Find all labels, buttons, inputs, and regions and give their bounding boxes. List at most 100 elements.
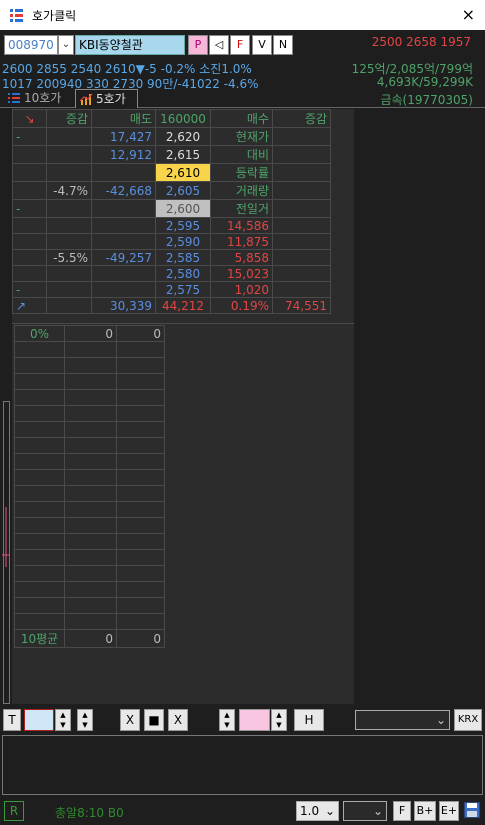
option-select[interactable]: ⌄ — [343, 801, 387, 821]
stats-empty-cell — [64, 501, 117, 518]
orderbook-row[interactable]: 2,590 11,875 — [12, 233, 331, 250]
orderbook-row[interactable]: -5.5% -49,257 2,585 5,858 — [12, 249, 331, 266]
chevron-down-icon: ⌄ — [372, 804, 383, 818]
up-arrow-icon: ↗ — [12, 297, 47, 314]
stats-empty-cell — [14, 581, 65, 598]
stats-top-c: 0 — [116, 325, 165, 342]
stats-empty-row — [14, 581, 165, 598]
stats-empty-cell — [116, 485, 165, 502]
orderbook-row[interactable]: -4.7% -42,668 2,605 거래량 — [12, 181, 331, 200]
x-button-2[interactable]: X — [168, 709, 188, 731]
stats-empty-cell — [116, 405, 165, 422]
stock-code-input[interactable]: 008970 — [4, 35, 58, 55]
tab-5-quote[interactable]: 5호가 — [75, 89, 138, 108]
stock-name-field[interactable]: KBI동양철관 — [75, 35, 185, 55]
v-button[interactable]: V — [252, 35, 272, 55]
stats-empty-cell — [14, 597, 65, 614]
n-button[interactable]: N — [273, 35, 293, 55]
stock-selector-row: 008970 ⌄ KBI동양철관 P ◁ F V N 2500 2658 195… — [2, 33, 483, 57]
row-price[interactable]: 2,600 — [155, 199, 211, 218]
stop-button[interactable]: ■ — [144, 709, 164, 731]
stats-empty-cell — [14, 405, 65, 422]
row-marker: - — [12, 199, 47, 218]
stats-empty-row — [14, 405, 165, 422]
orderbook-table: ↘ 증감 매도 160000 매수 증감 -17,427 2,620 현재가 12,9… — [12, 109, 331, 314]
t-spinner[interactable]: ▲ ▼ — [55, 709, 71, 731]
total-bid-ratio: 0.19% — [210, 297, 273, 314]
t-spinner-2[interactable]: ▲ ▼ — [77, 709, 93, 731]
row-price[interactable]: 2,615 — [155, 145, 211, 164]
zoom-value: 1.0 — [300, 804, 320, 818]
row-change-right — [272, 281, 331, 298]
stats-empty-cell — [64, 437, 117, 454]
h-spinner-right[interactable]: ▲ ▼ — [271, 709, 287, 731]
row-price[interactable]: 2,620 — [155, 127, 211, 146]
b-plus-button[interactable]: B+ — [414, 801, 436, 821]
row-bid-label: 등락률 — [210, 163, 273, 182]
stats-empty-cell — [14, 485, 65, 502]
row-price[interactable]: 2,595 — [155, 217, 211, 234]
orderbook-row[interactable]: 2,610 등락률 — [12, 163, 331, 182]
e-plus-button[interactable]: E+ — [439, 801, 459, 821]
row-ask-volume — [91, 199, 156, 218]
row-change-right — [272, 233, 331, 250]
orderbook-row[interactable]: 2,595 14,586 — [12, 217, 331, 234]
row-ask-volume — [91, 265, 156, 282]
krx-button[interactable]: KRX — [454, 709, 482, 731]
row-ask-volume: -49,257 — [91, 249, 156, 266]
row-price[interactable]: 2,575 — [155, 281, 211, 298]
stats-empty-cell — [64, 469, 117, 486]
memo-area[interactable] — [2, 735, 483, 795]
zoom-select[interactable]: 1.0 ⌄ — [296, 801, 339, 821]
f-button[interactable]: F — [230, 35, 250, 55]
tab-5-quote-label: 5호가 — [96, 92, 126, 106]
row-change-left — [46, 233, 92, 250]
orderbook-row[interactable]: - 2,600 전일거 — [12, 199, 331, 218]
row-price[interactable]: 2,610 — [155, 163, 211, 182]
orderbook-row[interactable]: - 2,575 1,020 — [12, 281, 331, 298]
p-button[interactable]: P — [188, 35, 208, 55]
row-price[interactable]: 2,605 — [155, 181, 211, 200]
header-bid: 매수 — [210, 109, 273, 128]
row-bid-label: 11,875 — [210, 233, 273, 250]
header-ask: 매도 — [91, 109, 156, 128]
stats-bottom-c: 0 — [116, 629, 165, 648]
r-button[interactable]: R — [4, 801, 24, 821]
orderbook-row[interactable]: - 17,427 2,620 현재가 — [12, 127, 331, 146]
row-ask-volume — [91, 217, 156, 234]
stats-empty-cell — [64, 357, 117, 374]
orderbook-row[interactable]: 2,580 15,023 — [12, 265, 331, 282]
stats-empty-cell — [64, 549, 117, 566]
f-bottom-button[interactable]: F — [393, 801, 411, 821]
stats-empty-row — [14, 565, 165, 582]
close-icon[interactable]: × — [462, 5, 475, 24]
market-select[interactable]: ⌄ — [355, 710, 450, 730]
t-button[interactable]: T — [3, 709, 21, 731]
h-spinner-left[interactable]: ▲ ▼ — [219, 709, 235, 731]
row-marker — [12, 163, 47, 182]
chevron-down-icon[interactable]: ⌄ — [58, 35, 74, 55]
x-button-1[interactable]: X — [120, 709, 140, 731]
t-value-input[interactable] — [24, 709, 54, 731]
row-price[interactable]: 2,590 — [155, 233, 211, 250]
stats-empty-row — [14, 453, 165, 470]
row-change-left — [46, 281, 92, 298]
row-price[interactable]: 2,585 — [155, 249, 211, 266]
stats-empty-cell — [64, 405, 117, 422]
h-button[interactable]: H — [294, 709, 324, 731]
total-center: 44,212 — [155, 297, 211, 314]
prev-button[interactable]: ◁ — [209, 35, 229, 55]
stats-empty-row — [14, 437, 165, 454]
row-bid-label: 현재가 — [210, 127, 273, 146]
stats-empty-cell — [116, 341, 165, 358]
save-icon[interactable] — [463, 801, 481, 819]
tab-10-quote[interactable]: 10호가 — [4, 89, 68, 108]
stats-empty-cell — [64, 341, 117, 358]
orderbook-row[interactable]: 12,912 2,615 대비 — [12, 145, 331, 164]
stats-empty-row — [14, 357, 165, 374]
stats-empty-cell — [116, 357, 165, 374]
row-price[interactable]: 2,580 — [155, 265, 211, 282]
h-value-input[interactable] — [239, 709, 270, 731]
orderbook-total-row: ↗ 30,339 44,212 0.19% 74,551 — [12, 297, 331, 314]
total-bid: 74,551 — [272, 297, 331, 314]
